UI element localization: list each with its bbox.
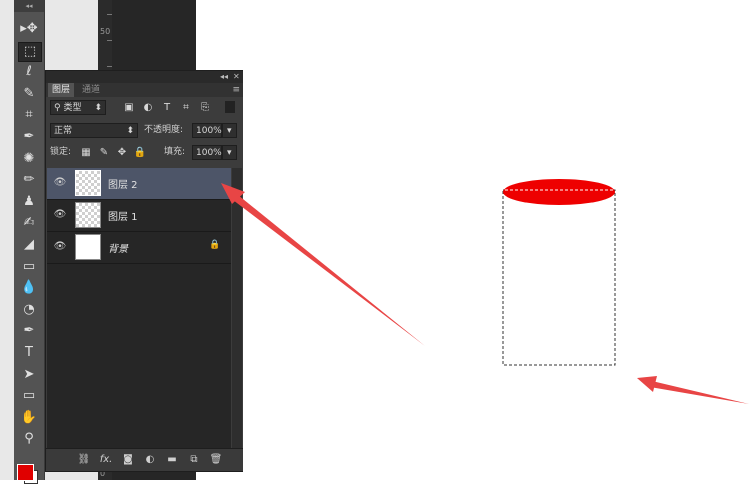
canvas-overlay [221,179,749,404]
arrow-to-selection [650,381,749,404]
arrowhead-selection [637,376,657,392]
selection-marquee [502,189,616,366]
arrow-to-layer [233,195,425,346]
red-ellipse [503,179,615,205]
